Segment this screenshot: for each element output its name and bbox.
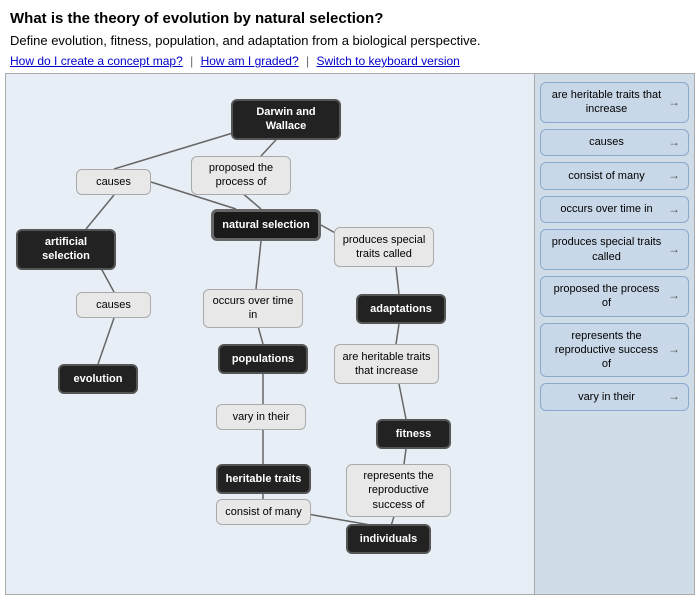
sidebar-item-0[interactable]: are heritable traits that increase→: [540, 82, 689, 123]
page-title: What is the theory of evolution by natur…: [10, 10, 690, 27]
sidebar-arrow-icon-4: →: [668, 242, 680, 258]
sidebar-item-6[interactable]: represents the reproductive success of→: [540, 323, 689, 378]
sidebar-item-label-1: causes: [549, 135, 664, 149]
sidebar-item-4[interactable]: produces special traits called→: [540, 229, 689, 270]
concept-node-heritable_traits[interactable]: heritable traits: [216, 464, 311, 494]
sidebar-item-2[interactable]: consist of many →: [540, 162, 689, 190]
sidebar-arrow-icon-6: →: [668, 342, 680, 358]
page-subtitle: Define evolution, fitness, population, a…: [10, 33, 690, 48]
sidebar-item-label-0: are heritable traits that increase: [549, 88, 664, 117]
concept-node-proposed[interactable]: proposed the process of: [191, 156, 291, 195]
concept-node-populations[interactable]: populations: [218, 344, 308, 374]
concept-node-vary[interactable]: vary in their: [216, 404, 306, 430]
sidebar-item-label-6: represents the reproductive success of: [549, 329, 664, 372]
sidebar-item-label-4: produces special traits called: [549, 235, 664, 264]
sidebar-item-7[interactable]: vary in their →: [540, 383, 689, 411]
concept-node-produces[interactable]: produces special traits called: [334, 227, 434, 267]
concept-node-evolution[interactable]: evolution: [58, 364, 138, 394]
concept-node-adaptations[interactable]: adaptations: [356, 294, 446, 324]
concept-node-consist[interactable]: consist of many: [216, 499, 311, 525]
sidebar-item-5[interactable]: proposed the process of→: [540, 276, 689, 317]
sidebar-item-label-3: occurs over time in: [549, 202, 664, 216]
nav-links: How do I create a concept map? | How am …: [10, 54, 690, 68]
sidebar-arrow-icon-1: →: [668, 135, 680, 151]
concept-node-represents[interactable]: represents the reproductive success of: [346, 464, 451, 517]
sidebar-arrow-icon-7: →: [668, 389, 680, 405]
concept-node-individuals[interactable]: individuals: [346, 524, 431, 554]
keyboard-link[interactable]: Switch to keyboard version: [316, 54, 459, 68]
concept-sidebar: are heritable traits that increase→cause…: [534, 74, 694, 594]
concept-node-causes1[interactable]: causes: [76, 169, 151, 195]
sidebar-item-label-5: proposed the process of: [549, 282, 664, 311]
concept-node-fitness[interactable]: fitness: [376, 419, 451, 449]
concept-node-natural_selection[interactable]: natural selection: [211, 209, 321, 241]
sidebar-arrow-icon-0: →: [668, 95, 680, 111]
page-header: What is the theory of evolution by natur…: [0, 0, 700, 73]
sidebar-item-3[interactable]: occurs over time in →: [540, 196, 689, 224]
sidebar-arrow-icon-5: →: [668, 288, 680, 304]
concept-node-darwin[interactable]: Darwin and Wallace: [231, 99, 341, 140]
howto-link[interactable]: How do I create a concept map?: [10, 54, 183, 68]
concept-node-causes2[interactable]: causes: [76, 292, 151, 318]
graded-link[interactable]: How am I graded?: [201, 54, 299, 68]
concept-node-artificial_selection[interactable]: artificial selection: [16, 229, 116, 270]
sidebar-item-label-7: vary in their: [549, 390, 664, 404]
sidebar-arrow-icon-3: →: [668, 202, 680, 218]
concept-node-occurs[interactable]: occurs over time in: [203, 289, 303, 328]
main-area: Darwin and Wallace natural selection artif…: [5, 73, 695, 595]
concept-map-canvas[interactable]: Darwin and Wallace natural selection artif…: [6, 74, 534, 594]
concept-node-heritable[interactable]: are heritable traits that increase: [334, 344, 439, 384]
sidebar-arrow-icon-2: →: [668, 168, 680, 184]
sidebar-item-1[interactable]: causes →: [540, 129, 689, 157]
sidebar-item-label-2: consist of many: [549, 169, 664, 183]
